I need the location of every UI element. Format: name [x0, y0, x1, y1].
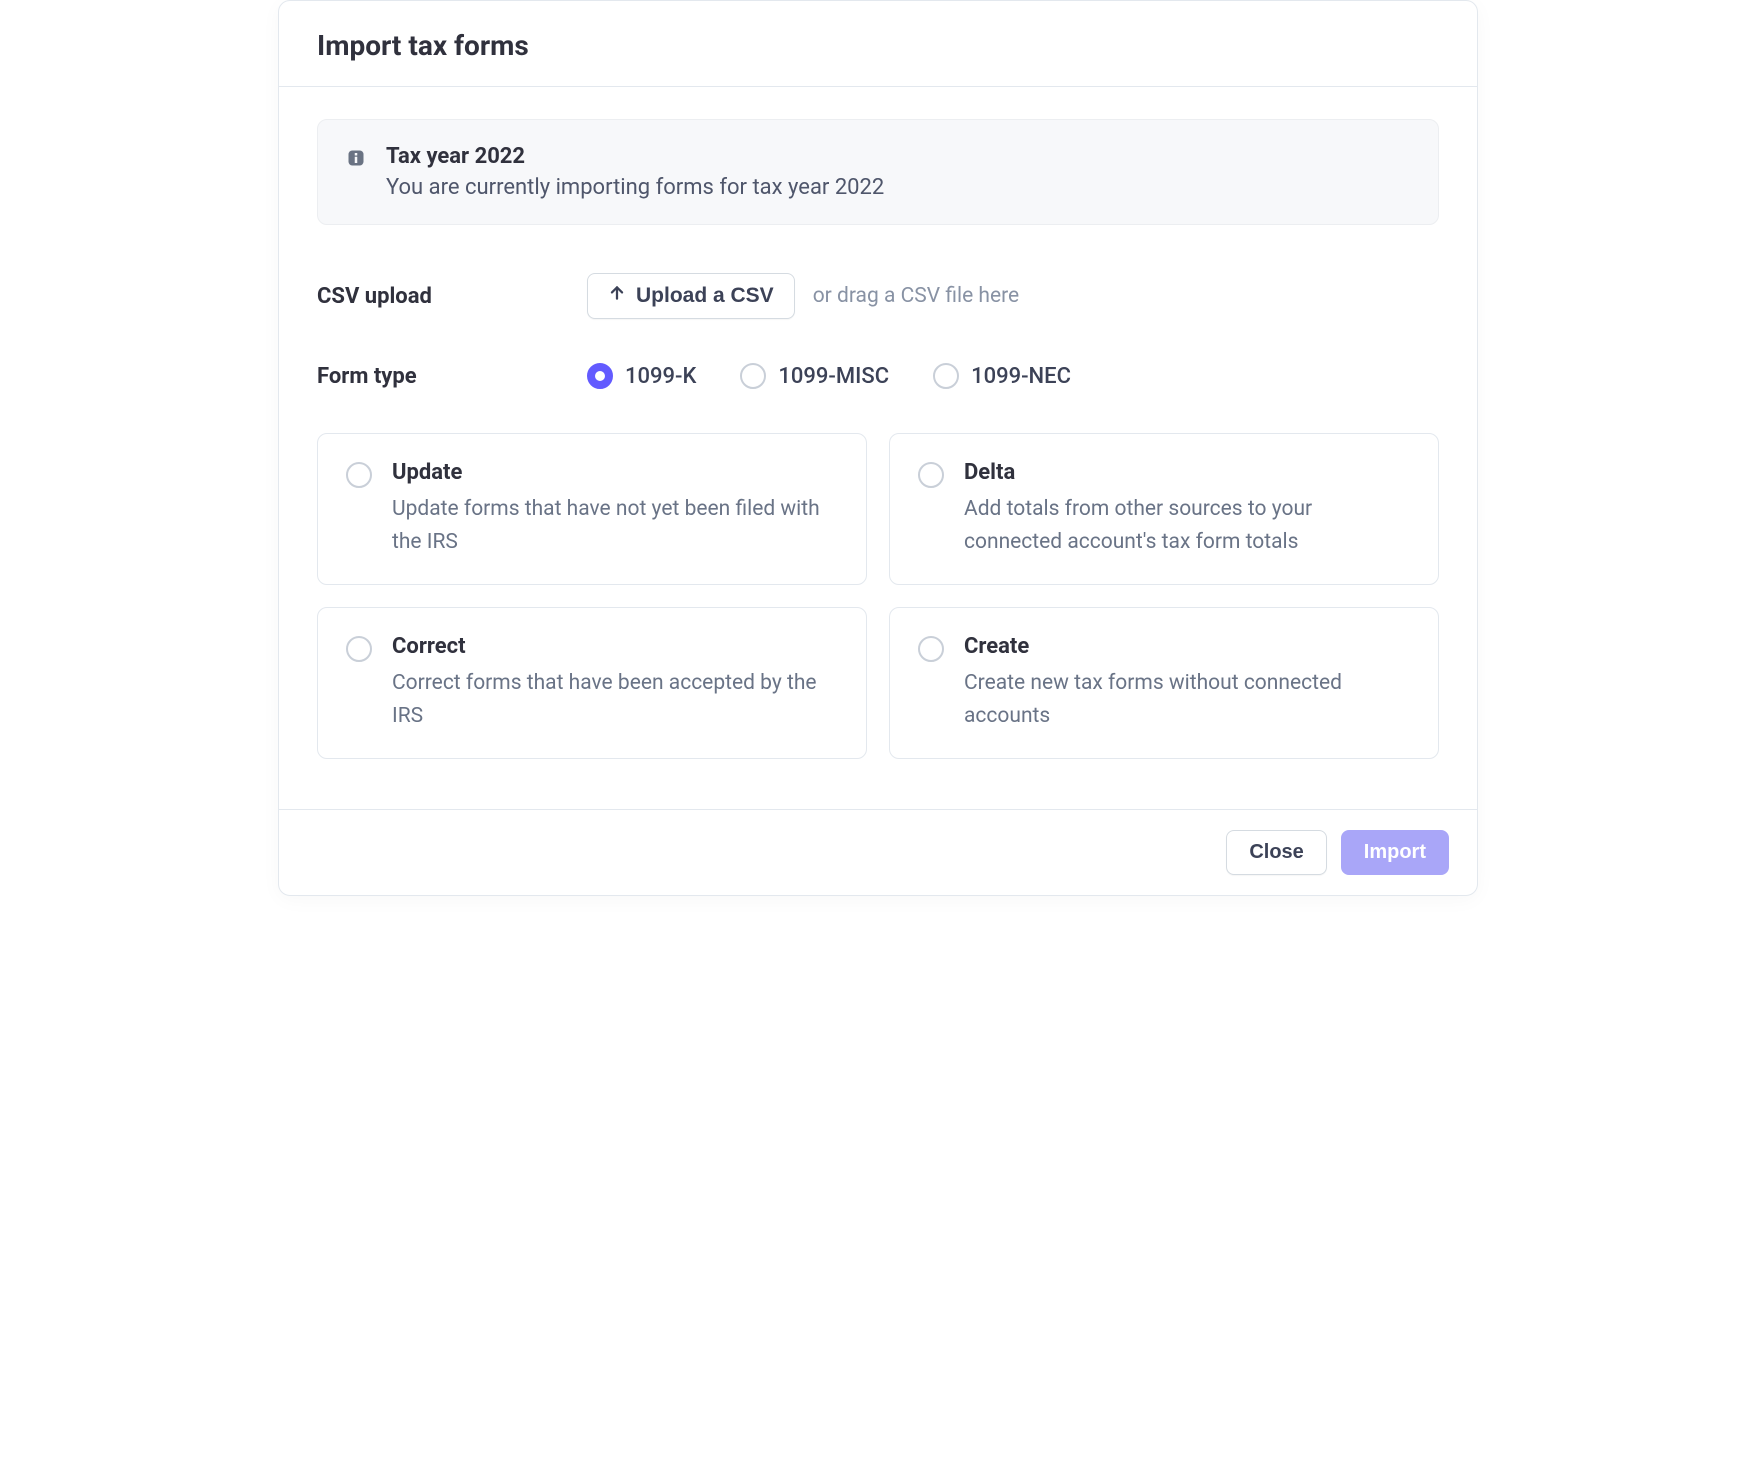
option-desc: Add totals from other sources to your co… — [964, 493, 1410, 558]
radio-label: 1099-NEC — [971, 364, 1071, 389]
form-type-radio-group: 1099-K 1099-MISC 1099-NEC — [587, 363, 1071, 389]
form-type-option-1099-k[interactable]: 1099-K — [587, 363, 696, 389]
csv-upload-row: CSV upload Upload a CSV or drag a CSV fi… — [317, 273, 1439, 319]
import-mode-grid: Update Update forms that have not yet be… — [317, 433, 1439, 759]
option-text: Update Update forms that have not yet be… — [392, 460, 838, 558]
radio-icon — [933, 363, 959, 389]
form-type-row: Form type 1099-K 1099-MISC 1099-NEC — [317, 363, 1439, 389]
modal-header: Import tax forms — [279, 1, 1477, 87]
modal-title: Import tax forms — [317, 29, 1439, 62]
option-desc: Correct forms that have been accepted by… — [392, 667, 838, 732]
import-button[interactable]: Import — [1341, 830, 1449, 875]
banner-title: Tax year 2022 — [386, 144, 884, 169]
radio-icon — [346, 462, 372, 488]
radio-icon — [918, 462, 944, 488]
radio-icon — [918, 636, 944, 662]
mode-option-correct[interactable]: Correct Correct forms that have been acc… — [317, 607, 867, 759]
upload-arrow-icon — [608, 284, 626, 308]
banner-subtitle: You are currently importing forms for ta… — [386, 175, 884, 200]
radio-icon — [587, 363, 613, 389]
csv-upload-label: CSV upload — [317, 284, 587, 309]
info-icon — [346, 148, 366, 168]
option-text: Correct Correct forms that have been acc… — [392, 634, 838, 732]
csv-upload-controls[interactable]: Upload a CSV or drag a CSV file here — [587, 273, 1439, 319]
drag-hint: or drag a CSV file here — [813, 284, 1019, 308]
modal-body: Tax year 2022 You are currently importin… — [279, 87, 1477, 809]
form-type-label: Form type — [317, 364, 587, 389]
banner-text: Tax year 2022 You are currently importin… — [386, 144, 884, 200]
mode-option-delta[interactable]: Delta Add totals from other sources to y… — [889, 433, 1439, 585]
option-title: Update — [392, 460, 838, 485]
option-title: Create — [964, 634, 1410, 659]
radio-icon — [740, 363, 766, 389]
mode-option-update[interactable]: Update Update forms that have not yet be… — [317, 433, 867, 585]
radio-label: 1099-K — [625, 364, 696, 389]
close-button[interactable]: Close — [1226, 830, 1326, 875]
option-text: Create Create new tax forms without conn… — [964, 634, 1410, 732]
tax-year-banner: Tax year 2022 You are currently importin… — [317, 119, 1439, 225]
option-title: Delta — [964, 460, 1410, 485]
modal-footer: Close Import — [279, 809, 1477, 895]
option-text: Delta Add totals from other sources to y… — [964, 460, 1410, 558]
radio-icon — [346, 636, 372, 662]
upload-button-label: Upload a CSV — [636, 284, 774, 308]
option-desc: Create new tax forms without connected a… — [964, 667, 1410, 732]
upload-csv-button[interactable]: Upload a CSV — [587, 273, 795, 319]
radio-label: 1099-MISC — [778, 364, 889, 389]
form-type-option-1099-nec[interactable]: 1099-NEC — [933, 363, 1071, 389]
option-desc: Update forms that have not yet been file… — [392, 493, 838, 558]
form-type-option-1099-misc[interactable]: 1099-MISC — [740, 363, 889, 389]
mode-option-create[interactable]: Create Create new tax forms without conn… — [889, 607, 1439, 759]
option-title: Correct — [392, 634, 838, 659]
import-tax-forms-modal: Import tax forms Tax year 2022 You are c… — [278, 0, 1478, 896]
